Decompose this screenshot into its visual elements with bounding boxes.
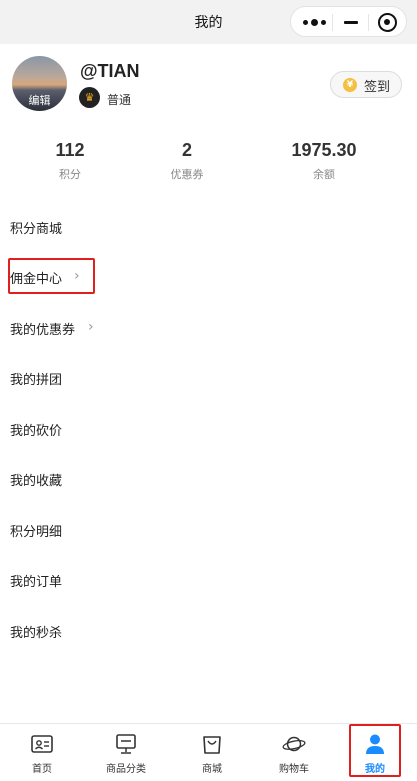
tab-home[interactable]: 首页 <box>0 724 84 781</box>
stat-label: 余额 <box>313 168 335 181</box>
miniprogram-capsule <box>290 6 407 37</box>
crown-icon: ♛ <box>79 87 100 108</box>
shopping-bag-icon <box>203 736 221 754</box>
home-card-icon <box>31 735 53 753</box>
stats-row: 112 积分 2 优惠券 1975.30 余额 <box>0 140 417 190</box>
tab-label: 商城 <box>202 764 222 775</box>
menu-item-label: 佣金中心 <box>10 272 63 287</box>
tab-label: 我的 <box>365 764 385 775</box>
menu-item-label: 我的秒杀 <box>10 626 63 641</box>
more-options-icon[interactable] <box>303 15 327 29</box>
tab-label: 商品分类 <box>106 764 146 775</box>
tab-mall[interactable]: 商城 <box>170 724 254 781</box>
tab-label: 首页 <box>32 764 52 775</box>
close-miniprogram-icon[interactable] <box>378 13 397 32</box>
capsule-divider <box>332 14 333 31</box>
stat-value: 1975.30 <box>291 140 357 160</box>
menu-item-label: 积分明细 <box>10 525 63 540</box>
menu-item-label: 我的优惠券 <box>10 323 76 338</box>
stat-coupons[interactable]: 2 优惠券 <box>117 140 257 182</box>
planet-icon <box>282 736 306 752</box>
menu-item-points-detail[interactable]: 积分明细 <box>0 504 417 554</box>
top-nav-bar: 我的 <box>0 0 417 44</box>
menu-item-flash-sale[interactable]: 我的秒杀 <box>0 605 417 655</box>
chevron-right-icon: › <box>74 268 80 284</box>
chevron-right-icon: › <box>88 319 94 335</box>
avatar-edit-label[interactable]: 编辑 <box>12 92 67 108</box>
coin-icon: ¥ <box>343 78 357 92</box>
menu-item-label: 我的订单 <box>10 575 63 590</box>
menu-item-orders[interactable]: 我的订单 <box>0 554 417 604</box>
menu-item-commission-center[interactable]: 佣金中心 › <box>0 251 417 301</box>
capsule-divider <box>368 14 369 31</box>
stat-label: 优惠券 <box>170 168 204 181</box>
tab-label: 购物车 <box>279 764 309 775</box>
menu-item-points-mall[interactable]: 积分商城 <box>0 201 417 251</box>
stat-balance[interactable]: 1975.30 余额 <box>254 140 394 182</box>
menu-item-label: 我的拼团 <box>10 373 63 388</box>
menu-item-group-buy[interactable]: 我的拼团 <box>0 352 417 402</box>
minimize-icon[interactable] <box>342 14 360 31</box>
tab-category[interactable]: 商品分类 <box>84 724 168 781</box>
menu-item-label: 我的砍价 <box>10 424 63 439</box>
avatar[interactable]: 编辑 <box>12 56 67 111</box>
category-icon <box>116 734 136 754</box>
bottom-tab-bar: 首页 商品分类 商城 购物车 我的 <box>0 723 417 781</box>
menu-item-favorites[interactable]: 我的收藏 <box>0 453 417 503</box>
menu-item-label: 我的收藏 <box>10 474 63 489</box>
member-level: 普通 <box>107 93 132 107</box>
tab-mine[interactable]: 我的 <box>333 724 417 781</box>
signin-button[interactable]: ¥ 签到 <box>330 71 402 98</box>
menu-item-my-coupons[interactable]: 我的优惠券 › <box>0 302 417 352</box>
username: @TIAN <box>80 61 140 81</box>
user-icon <box>366 734 384 754</box>
signin-label: 签到 <box>364 80 391 95</box>
tab-cart[interactable]: 购物车 <box>252 724 336 781</box>
menu-item-bargain[interactable]: 我的砍价 <box>0 403 417 453</box>
stat-value: 2 <box>181 140 192 160</box>
menu-item-label: 积分商城 <box>10 222 63 237</box>
